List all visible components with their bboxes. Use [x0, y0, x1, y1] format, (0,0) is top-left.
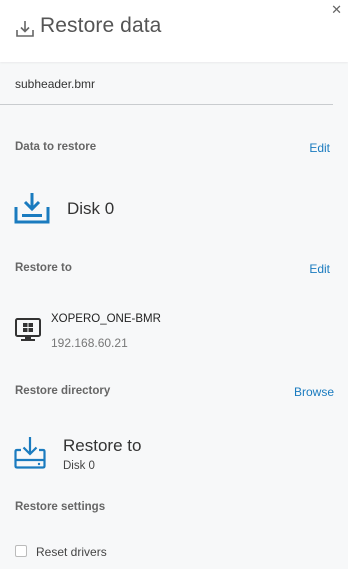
download-tray-icon — [14, 193, 50, 224]
restore-directory-label: Restore directory — [15, 385, 111, 397]
windows-monitor-icon — [15, 318, 41, 341]
reset-drivers-checkbox[interactable] — [15, 545, 27, 557]
data-to-restore-edit-link[interactable]: Edit — [309, 141, 330, 155]
restore-to-label: Restore to — [15, 262, 72, 274]
reset-drivers-label[interactable]: Reset drivers — [36, 545, 107, 559]
data-to-restore-label: Data to restore — [15, 141, 97, 153]
page-title: Restore data — [40, 14, 162, 37]
host-name: XOPERO_ONE-BMR — [51, 313, 161, 325]
download-tray-icon — [16, 21, 34, 37]
host-ip: 192.168.60.21 — [51, 336, 128, 350]
restore-directory-title: Restore to — [63, 436, 142, 455]
subheader: subheader.bmr — [15, 77, 96, 91]
header-bar: Restore data ✕ — [0, 0, 348, 62]
data-item-disk: Disk 0 — [67, 199, 115, 218]
divider — [0, 104, 333, 105]
close-icon[interactable]: ✕ — [331, 3, 342, 16]
restore-settings-label: Restore settings — [15, 501, 106, 513]
download-drive-icon — [14, 437, 46, 469]
restore-directory-subtitle: Disk 0 — [63, 460, 95, 472]
browse-link[interactable]: Browse — [294, 385, 334, 399]
restore-to-edit-link[interactable]: Edit — [309, 262, 330, 276]
